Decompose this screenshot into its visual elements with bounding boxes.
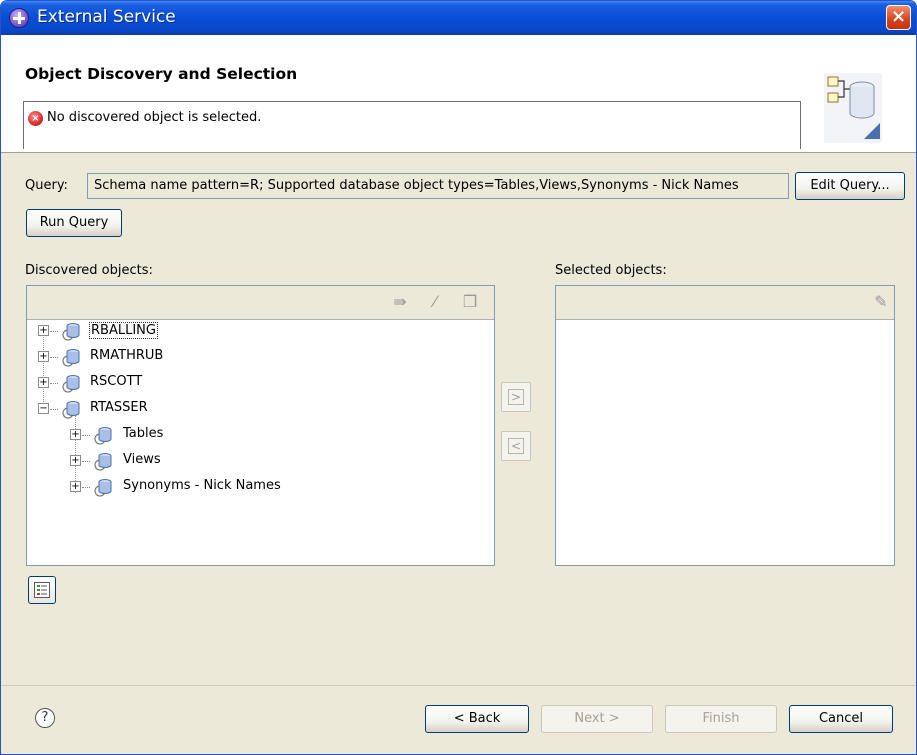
expand-icon[interactable]: + — [70, 481, 81, 492]
run-query-button[interactable]: Run Query — [26, 209, 122, 237]
tree-item-rscott[interactable]: + RSCOTT — [27, 372, 487, 394]
query-field[interactable]: Schema name pattern=R; Supported databas… — [87, 173, 789, 199]
external-service-window: External Service × Object Discovery and … — [0, 0, 917, 755]
footer-separator — [1, 685, 916, 686]
help-icon[interactable]: ? — [35, 708, 55, 728]
tree-item-label: Tables — [123, 426, 164, 441]
page-title: Object Discovery and Selection — [25, 65, 298, 83]
tree-item-label: Views — [123, 452, 161, 467]
wizard-header: Object Discovery and Selection × No disc… — [1, 35, 916, 153]
discovered-toolbar: ⇛ ⁄ ❒ — [27, 286, 494, 320]
schema-icon — [62, 349, 80, 367]
pencil-icon[interactable]: ✎ — [870, 291, 892, 313]
edit-query-button[interactable]: Edit Query... — [795, 172, 905, 200]
edit-icon[interactable]: ⁄ — [424, 291, 446, 313]
expand-icon[interactable]: + — [38, 377, 49, 388]
tree-item-rballing[interactable]: + RBALLING — [27, 320, 487, 342]
message-area: × No discovered object is selected. — [23, 101, 801, 149]
add-selected-button[interactable]: > — [501, 382, 531, 412]
query-label: Query: — [25, 178, 68, 193]
app-icon — [9, 8, 29, 28]
cancel-button[interactable]: Cancel — [789, 705, 893, 733]
folder-db-icon — [94, 479, 112, 497]
tree-item-label: Synonyms - Nick Names — [123, 478, 281, 493]
book-icon[interactable]: ❒ — [459, 291, 481, 313]
discovered-objects-panel: ⇛ ⁄ ❒ + RBALLING + RMATHRUB + RSCOTT − R… — [26, 285, 495, 566]
tree-item-label: RBALLING — [89, 322, 158, 339]
next-button[interactable]: Next > — [541, 705, 653, 733]
tree-item-synonyms[interactable]: + Synonyms - Nick Names — [27, 476, 487, 498]
back-button[interactable]: < Back — [425, 705, 529, 733]
filter-icon[interactable]: ⇛ — [389, 291, 411, 313]
arrow-right-icon: > — [508, 389, 524, 405]
remove-selected-button[interactable]: < — [501, 431, 531, 461]
selected-objects-label: Selected objects: — [555, 263, 667, 278]
expand-icon[interactable]: + — [38, 351, 49, 362]
selected-objects-panel: ✎ — [555, 285, 895, 566]
discovered-objects-label: Discovered objects: — [25, 263, 153, 278]
error-message: No discovered object is selected. — [47, 110, 262, 125]
error-icon: × — [28, 111, 43, 126]
schema-icon — [62, 323, 80, 341]
arrow-left-icon: < — [508, 438, 524, 454]
database-wizard-icon — [824, 73, 882, 143]
collapse-icon[interactable]: − — [38, 403, 49, 414]
finish-button[interactable]: Finish — [665, 705, 777, 733]
tree-item-rmathrub[interactable]: + RMATHRUB — [27, 346, 487, 368]
tree-item-rtasser[interactable]: − RTASSER — [27, 398, 487, 420]
folder-db-icon — [94, 453, 112, 471]
schema-icon — [62, 375, 80, 393]
configure-objects-button[interactable] — [28, 576, 56, 604]
tree-item-label: RTASSER — [90, 400, 148, 415]
tree-item-tables[interactable]: + Tables — [27, 424, 487, 446]
schema-icon — [62, 401, 80, 419]
expand-icon[interactable]: + — [70, 429, 81, 440]
properties-icon — [34, 582, 50, 598]
selected-toolbar: ✎ — [556, 286, 894, 320]
title-bar: External Service × — [1, 1, 916, 35]
expand-icon[interactable]: + — [70, 455, 81, 466]
close-button[interactable]: × — [886, 5, 911, 30]
window-title: External Service — [37, 7, 176, 27]
tree-item-label: RMATHRUB — [90, 348, 164, 363]
folder-db-icon — [94, 427, 112, 445]
tree-item-views[interactable]: + Views — [27, 450, 487, 472]
tree-item-label: RSCOTT — [90, 374, 143, 389]
expand-icon[interactable]: + — [38, 325, 49, 336]
